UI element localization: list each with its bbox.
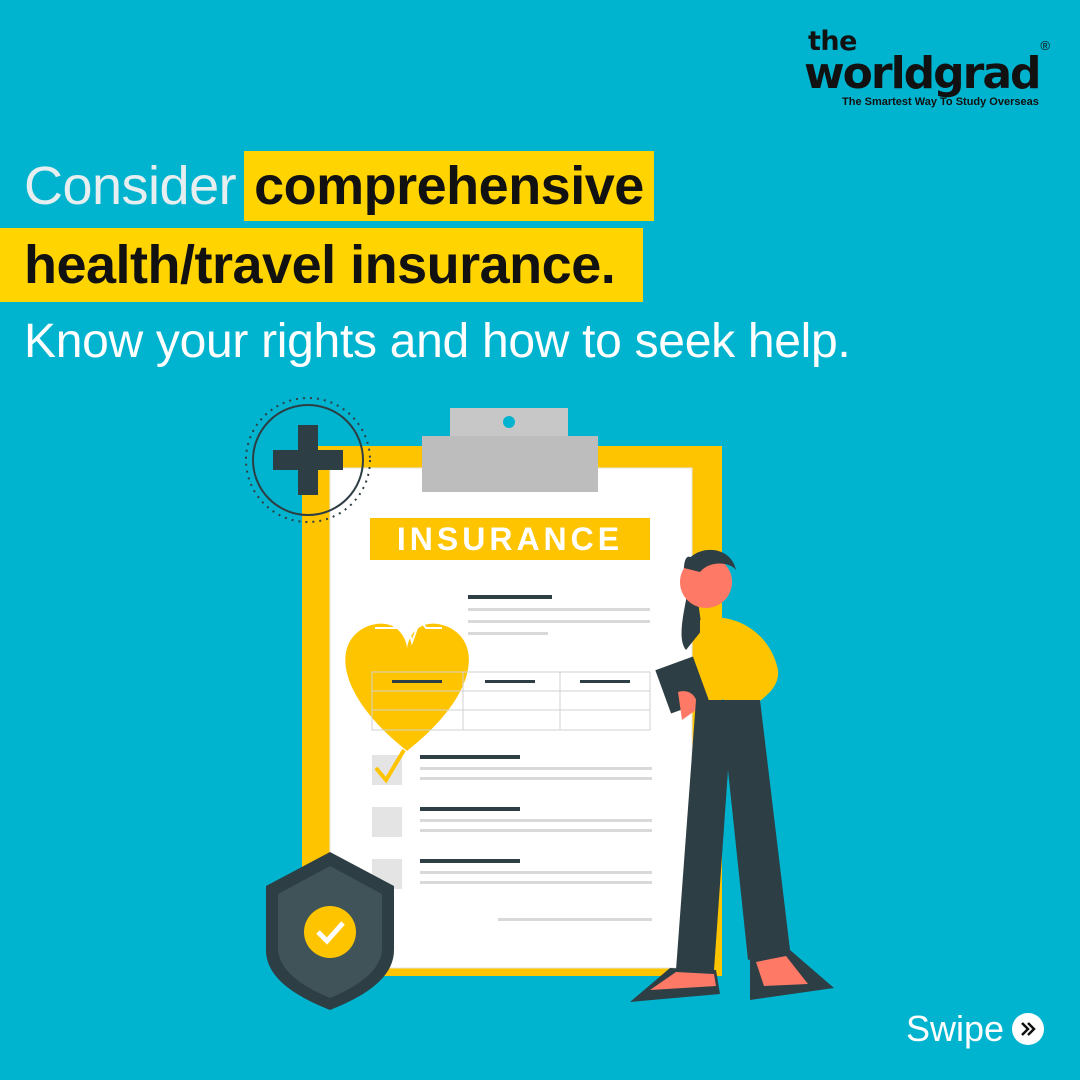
clip-hole [503,416,515,428]
registered-mark: ® [1040,38,1050,53]
swipe-label: Swipe [905,1008,1004,1049]
insurance-illustration: INSURANCE [245,397,834,1010]
brand-logo: the worldgrad ® The Smartest Way To Stud… [802,28,1052,108]
logo-wordmark: worldgrad [804,48,1042,99]
headline-line-1: Consider comprehensive [24,150,654,222]
double-chevron-right-icon[interactable] [1012,1013,1044,1045]
headline-highlight-2: health/travel insurance. [0,228,644,302]
headline-word: Consider [24,156,237,216]
headline-subline: Know your rights and how to seek help. [24,315,851,368]
headline-highlight-1: comprehensive [244,151,654,221]
logo-tagline: The Smartest Way To Study Overseas [842,96,1039,108]
headline-line-2: health/travel insurance. [0,228,644,302]
insurance-label: INSURANCE [397,521,623,557]
swipe-control[interactable]: Swipe [906,1008,1044,1050]
clipboard-clip [422,436,598,492]
